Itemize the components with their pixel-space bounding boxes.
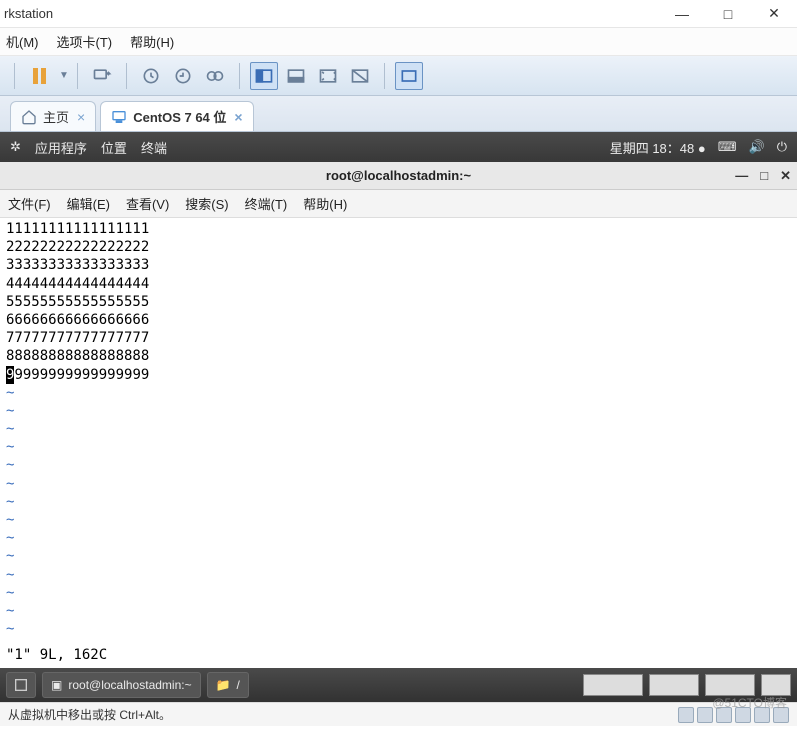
view-thumbnail-button[interactable] bbox=[395, 62, 423, 90]
window-close-button[interactable]: ✕ bbox=[751, 0, 797, 28]
tab-centos-label: CentOS 7 64 位 bbox=[133, 107, 226, 126]
term-line: 77777777777777777 bbox=[6, 329, 791, 347]
window-minimize-button[interactable]: — bbox=[659, 0, 705, 28]
term-line: 33333333333333333 bbox=[6, 256, 791, 274]
vim-statusline: "1" 9L, 162C bbox=[6, 646, 107, 664]
term-menu-terminal[interactable]: 终端(T) bbox=[245, 194, 288, 213]
snapshot-revert-button[interactable] bbox=[169, 62, 197, 90]
term-line: 55555555555555555 bbox=[6, 293, 791, 311]
vim-tilde: ~ bbox=[6, 529, 791, 547]
vim-tilde: ~ bbox=[6, 420, 791, 438]
tab-strip: 主页 × CentOS 7 64 位 × bbox=[0, 96, 797, 132]
menu-help[interactable]: 帮助(H) bbox=[130, 32, 174, 51]
term-menu-file[interactable]: 文件(F) bbox=[8, 194, 51, 213]
folder-icon: 📁 bbox=[216, 678, 231, 692]
vim-tilde: ~ bbox=[6, 438, 791, 456]
tray-box[interactable] bbox=[705, 674, 755, 696]
taskbar-item-files[interactable]: 📁 / bbox=[207, 672, 249, 698]
app-toolbar: ▼ bbox=[0, 56, 797, 96]
tab-home-label: 主页 bbox=[43, 107, 69, 126]
view-sidebar-button[interactable] bbox=[250, 62, 278, 90]
tab-centos[interactable]: CentOS 7 64 位 × bbox=[100, 101, 253, 131]
term-line-cursor: 99999999999999999 bbox=[6, 366, 791, 384]
volume-icon[interactable]: 🔊 bbox=[749, 139, 765, 155]
view-unity-button[interactable] bbox=[346, 62, 374, 90]
vim-tilde: ~ bbox=[6, 602, 791, 620]
pause-button[interactable] bbox=[25, 62, 53, 90]
terminal-icon: ▣ bbox=[51, 678, 62, 692]
tray-box[interactable] bbox=[649, 674, 699, 696]
terminal-content[interactable]: 11111111111111111 22222222222222222 3333… bbox=[0, 218, 797, 668]
vim-tilde: ~ bbox=[6, 493, 791, 511]
vim-tilde: ~ bbox=[6, 402, 791, 420]
tab-centos-close[interactable]: × bbox=[234, 109, 242, 125]
vim-tilde: ~ bbox=[6, 620, 791, 638]
home-icon bbox=[21, 109, 37, 125]
window-titlebar: rkstation — □ ✕ bbox=[0, 0, 797, 28]
tab-home-close[interactable]: × bbox=[77, 109, 85, 125]
power-icon[interactable]: ⏻ bbox=[777, 139, 787, 155]
show-desktop-button[interactable] bbox=[6, 672, 36, 698]
watermark-text: @51CTO博客 bbox=[712, 694, 787, 711]
vm-terminal-menu[interactable]: 终端 bbox=[141, 138, 167, 157]
vm-clock[interactable]: 星期四 18：48 ● bbox=[610, 138, 706, 157]
vm-apps-menu[interactable]: 应用程序 bbox=[35, 138, 87, 157]
terminal-menubar: 文件(F) 编辑(E) 查看(V) 搜索(S) 终端(T) 帮助(H) bbox=[0, 190, 797, 218]
network-icon[interactable]: ⌨ bbox=[718, 139, 737, 155]
pause-dropdown[interactable]: ▼ bbox=[59, 70, 69, 81]
tray-box[interactable] bbox=[761, 674, 791, 696]
vim-tilde: ~ bbox=[6, 547, 791, 565]
statusbar-hint: 从虚拟机中移出或按 Ctrl+Alt。 bbox=[8, 706, 171, 723]
term-line: 22222222222222222 bbox=[6, 238, 791, 256]
terminal-window-titlebar: root@localhostadmin:~ — □ ✕ bbox=[0, 162, 797, 190]
vim-tilde: ~ bbox=[6, 566, 791, 584]
term-line: 66666666666666666 bbox=[6, 311, 791, 329]
menu-tabs[interactable]: 选项卡(T) bbox=[57, 32, 113, 51]
tray-device-icon[interactable] bbox=[678, 707, 694, 723]
send-ctrl-alt-del-button[interactable] bbox=[88, 62, 116, 90]
term-line: 11111111111111111 bbox=[6, 220, 791, 238]
taskbar-item-terminal[interactable]: ▣ root@localhostadmin:~ bbox=[42, 672, 201, 698]
terminal-close-button[interactable]: ✕ bbox=[780, 168, 791, 184]
snapshot-take-button[interactable] bbox=[137, 62, 165, 90]
term-menu-help[interactable]: 帮助(H) bbox=[303, 194, 347, 213]
term-line: 44444444444444444 bbox=[6, 275, 791, 293]
view-console-button[interactable] bbox=[282, 62, 310, 90]
terminal-minimize-button[interactable]: — bbox=[735, 168, 748, 184]
term-menu-view[interactable]: 查看(V) bbox=[126, 194, 169, 213]
vim-tilde: ~ bbox=[6, 456, 791, 474]
tab-home[interactable]: 主页 × bbox=[10, 101, 96, 131]
tray-device-icon[interactable] bbox=[697, 707, 713, 723]
vm-gnome-topbar: ✲ 应用程序 位置 终端 星期四 18：48 ● ⌨ 🔊 ⏻ bbox=[0, 132, 797, 162]
app-menubar: 机(M) 选项卡(T) 帮助(H) bbox=[0, 28, 797, 56]
menu-machine[interactable]: 机(M) bbox=[6, 32, 39, 51]
vm-location-menu[interactable]: 位置 bbox=[101, 138, 127, 157]
vim-tilde: ~ bbox=[6, 384, 791, 402]
term-line: 88888888888888888 bbox=[6, 347, 791, 365]
term-menu-search[interactable]: 搜索(S) bbox=[185, 194, 228, 213]
vim-tilde: ~ bbox=[6, 584, 791, 602]
tray-box[interactable] bbox=[583, 674, 643, 696]
window-title: rkstation bbox=[4, 6, 53, 21]
snapshot-manager-button[interactable] bbox=[201, 62, 229, 90]
terminal-window-title: root@localhostadmin:~ bbox=[326, 168, 471, 183]
term-menu-edit[interactable]: 编辑(E) bbox=[67, 194, 110, 213]
host-statusbar: 从虚拟机中移出或按 Ctrl+Alt。 bbox=[0, 702, 797, 726]
vm-activities-icon[interactable]: ✲ bbox=[10, 139, 21, 155]
vm-bottom-taskbar: ▣ root@localhostadmin:~ 📁 / bbox=[0, 668, 797, 702]
window-maximize-button[interactable]: □ bbox=[705, 0, 751, 28]
terminal-maximize-button[interactable]: □ bbox=[760, 168, 768, 184]
vim-tilde: ~ bbox=[6, 475, 791, 493]
vim-tilde: ~ bbox=[6, 511, 791, 529]
vm-icon bbox=[111, 109, 127, 125]
view-fullscreen-button[interactable] bbox=[314, 62, 342, 90]
